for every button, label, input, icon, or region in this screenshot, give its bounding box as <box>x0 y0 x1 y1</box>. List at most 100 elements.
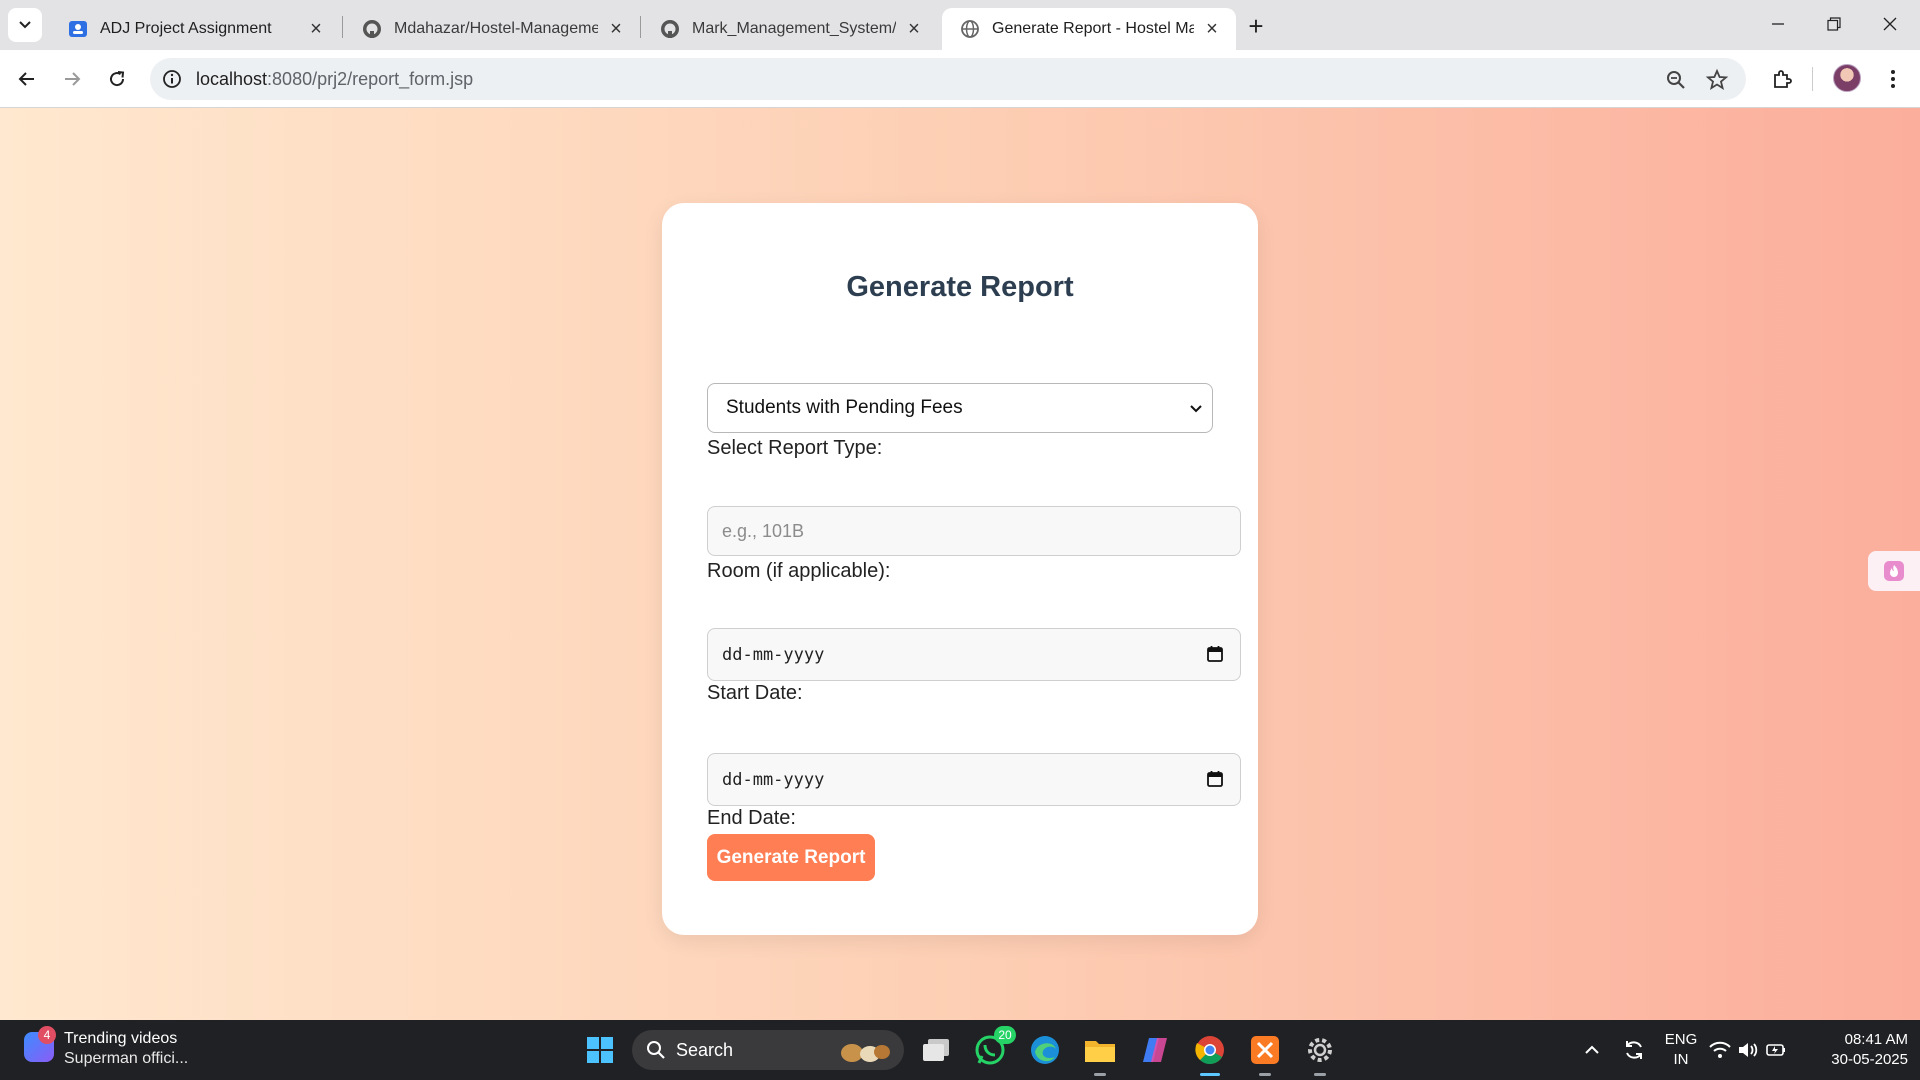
folder-icon <box>1085 1041 1115 1062</box>
close-tab-icon[interactable]: × <box>1202 18 1222 40</box>
clock[interactable]: 08:41 AM 30-05-2025 <box>1808 1030 1908 1070</box>
start-date-input[interactable]: dd-mm-yyyy <box>707 628 1241 681</box>
forward-button[interactable] <box>54 61 90 97</box>
region-code: IN <box>1673 1051 1689 1068</box>
report-type-selected: Students with Pending Fees <box>726 397 963 418</box>
edge-button[interactable] <box>1025 1030 1065 1070</box>
side-panel-tab[interactable] <box>1868 551 1920 591</box>
back-button[interactable] <box>9 61 45 97</box>
whatsapp-badge: 20 <box>994 1026 1016 1044</box>
generate-report-button[interactable]: Generate Report <box>707 834 875 881</box>
puzzle-icon <box>1774 70 1792 88</box>
taskbar-search[interactable]: Search <box>632 1030 904 1070</box>
new-tab-button[interactable]: + <box>1240 10 1272 42</box>
start-date-label: Start Date: <box>707 682 803 704</box>
star-icon[interactable] <box>1705 68 1729 92</box>
restore-icon <box>1827 17 1841 31</box>
close-window-button[interactable] <box>1862 0 1918 48</box>
end-date-label: End Date: <box>707 807 796 829</box>
browser-toolbar: localhost:8080/prj2/report_form.jsp <box>0 50 1920 108</box>
start-button[interactable] <box>580 1030 620 1070</box>
file-explorer-button[interactable] <box>1080 1030 1120 1076</box>
whatsapp-button[interactable]: 20 <box>970 1026 1016 1070</box>
widget-badge: 4 <box>38 1026 56 1044</box>
widget-title: Trending videos <box>64 1030 178 1047</box>
chrome-button[interactable] <box>1190 1030 1230 1076</box>
chevron-down-icon <box>1190 405 1202 413</box>
calendar-icon[interactable] <box>1206 770 1224 788</box>
task-view-button[interactable] <box>916 1030 956 1070</box>
close-tab-icon[interactable]: × <box>606 18 626 40</box>
menu-button[interactable] <box>1878 64 1908 94</box>
site-info-icon[interactable] <box>162 69 182 89</box>
close-tab-icon[interactable]: × <box>306 18 326 40</box>
edge-icon <box>1031 1036 1059 1064</box>
tab-search-button[interactable] <box>8 8 42 42</box>
task-view-icon <box>923 1039 949 1061</box>
running-indicator <box>1314 1073 1326 1076</box>
reload-button[interactable] <box>99 61 135 97</box>
settings-button[interactable] <box>1300 1030 1340 1076</box>
restore-button[interactable] <box>1806 0 1862 48</box>
tab-title: Mdahazar/Hostel-Management <box>394 20 598 37</box>
language-indicator[interactable]: ENG IN <box>1660 1030 1702 1070</box>
reload-icon <box>110 71 125 87</box>
search-highlight-icon <box>841 1044 890 1062</box>
running-indicator <box>1259 1073 1271 1076</box>
extensions-button[interactable] <box>1767 64 1797 94</box>
tab-title: Mark_Management_System/out <box>692 20 896 37</box>
end-date-input[interactable]: dd-mm-yyyy <box>707 753 1241 806</box>
url-text: localhost:8080/prj2/report_form.jsp <box>196 69 473 90</box>
show-hidden-icons-button[interactable] <box>1572 1030 1612 1070</box>
tab-divider <box>342 16 343 38</box>
language-code: ENG <box>1664 1031 1698 1048</box>
close-tab-icon[interactable]: × <box>904 18 924 40</box>
toolbar-divider <box>1812 67 1813 91</box>
globe-icon <box>960 19 980 39</box>
chevron-up-icon <box>1585 1045 1599 1054</box>
wifi-icon <box>1709 1041 1731 1058</box>
active-indicator <box>1200 1073 1220 1076</box>
xampp-button[interactable] <box>1245 1030 1285 1076</box>
tab-adj-project[interactable]: ADJ Project Assignment × <box>50 8 340 50</box>
person-card-icon <box>68 19 88 39</box>
battery-icon <box>1766 1044 1785 1056</box>
sync-icon <box>1626 1041 1642 1059</box>
close-icon <box>1883 17 1897 31</box>
profile-avatar[interactable] <box>1833 64 1861 92</box>
minimize-button[interactable] <box>1750 0 1806 48</box>
chevron-down-icon <box>19 21 31 29</box>
sync-button[interactable] <box>1614 1030 1654 1070</box>
copilot-button[interactable] <box>1135 1030 1175 1070</box>
widget-subtitle: Superman offici... <box>64 1050 189 1067</box>
room-placeholder: e.g., 101B <box>722 520 805 541</box>
start-date-value: dd-mm-yyyy <box>722 644 825 665</box>
calendar-icon[interactable] <box>1206 645 1224 663</box>
clock-date: 30-05-2025 <box>1831 1051 1908 1068</box>
system-tray-status[interactable] <box>1708 1030 1788 1070</box>
address-bar[interactable]: localhost:8080/prj2/report_form.jsp <box>150 58 1746 100</box>
end-date-value: dd-mm-yyyy <box>722 769 825 790</box>
tab-title: Generate Report - Hostel Mana <box>992 20 1194 37</box>
volume-icon <box>1739 1043 1758 1057</box>
xampp-icon <box>1251 1036 1279 1064</box>
kebab-menu-icon <box>1891 70 1895 88</box>
report-type-label: Select Report Type: <box>707 437 883 459</box>
tab-strip: ADJ Project Assignment × Mdahazar/Hostel… <box>0 0 1920 50</box>
zoom-icon[interactable] <box>1664 68 1688 92</box>
tab-generate-report[interactable]: Generate Report - Hostel Mana × <box>942 8 1236 50</box>
minimize-icon <box>1772 23 1784 25</box>
room-input[interactable]: e.g., 101B <box>707 506 1241 556</box>
report-type-select[interactable]: Students with Pending Fees <box>707 383 1213 433</box>
github-icon <box>660 19 680 39</box>
room-label: Room (if applicable): <box>707 560 891 582</box>
clock-time: 08:41 AM <box>1844 1031 1908 1048</box>
flame-icon <box>1884 561 1904 581</box>
tab-hostel-management[interactable]: Mdahazar/Hostel-Management × <box>344 8 640 50</box>
tab-mark-management[interactable]: Mark_Management_System/out × <box>642 8 938 50</box>
page-title: Generate Report <box>846 271 1074 303</box>
search-label: Search <box>676 1040 734 1060</box>
running-indicator <box>1094 1073 1106 1076</box>
url-host: localhost <box>196 69 268 89</box>
widget-news[interactable]: Trending videos Superman offici... <box>64 1029 188 1069</box>
